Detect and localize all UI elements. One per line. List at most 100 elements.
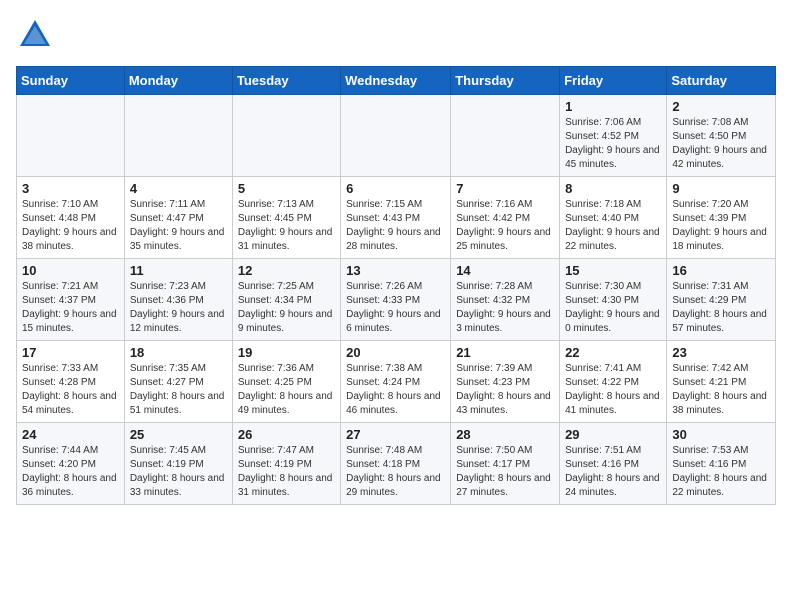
day-number: 17 <box>22 345 119 360</box>
day-info-line: Daylight: 8 hours and 29 minutes. <box>346 473 441 498</box>
calendar-week-3: 10 Sunrise: 7:21 AMSunset: 4:37 PMDayligh… <box>17 259 776 341</box>
day-info-line: Sunrise: 7:39 AM <box>456 363 532 374</box>
calendar-week-4: 17 Sunrise: 7:33 AMSunset: 4:28 PMDayligh… <box>17 341 776 423</box>
calendar-cell <box>124 95 232 177</box>
day-number: 6 <box>346 181 445 196</box>
calendar-cell: 29Sunrise: 7:51 AMSunset: 4:16 PMDayligh… <box>560 423 667 505</box>
calendar-cell: 5Sunrise: 7:13 AMSunset: 4:45 PMDaylight… <box>232 177 340 259</box>
day-info-line: Daylight: 9 hours and 35 minutes. <box>130 227 225 252</box>
day-info: Sunrise: 7:44 AMSunset: 4:20 PMDaylight:… <box>22 444 119 500</box>
calendar-cell: 25Sunrise: 7:45 AMSunset: 4:19 PMDayligh… <box>124 423 232 505</box>
calendar-cell: 16Sunrise: 7:31 AMSunset: 4:29 PMDayligh… <box>667 259 776 341</box>
day-info-line: Sunrise: 7:44 AM <box>22 445 98 456</box>
calendar-table: SundayMondayTuesdayWednesdayThursdayFrid… <box>16 66 776 505</box>
day-info-line: Daylight: 8 hours and 57 minutes. <box>672 309 767 334</box>
calendar-cell: 19Sunrise: 7:36 AMSunset: 4:25 PMDayligh… <box>232 341 340 423</box>
calendar-cell: 20Sunrise: 7:38 AMSunset: 4:24 PMDayligh… <box>341 341 451 423</box>
day-info-line: Daylight: 8 hours and 24 minutes. <box>565 473 660 498</box>
day-info-line: Sunrise: 7:25 AM <box>238 281 314 292</box>
day-info-line: Sunset: 4:36 PM <box>130 295 204 306</box>
day-info-line: Sunset: 4:24 PM <box>346 377 420 388</box>
calendar-cell: 8Sunrise: 7:18 AMSunset: 4:40 PMDaylight… <box>560 177 667 259</box>
logo-icon <box>16 16 54 54</box>
calendar-cell <box>451 95 560 177</box>
calendar-cell <box>17 95 125 177</box>
calendar-cell: 14Sunrise: 7:28 AMSunset: 4:32 PMDayligh… <box>451 259 560 341</box>
day-info-line: Sunrise: 7:13 AM <box>238 199 314 210</box>
day-info-line: Sunset: 4:34 PM <box>238 295 312 306</box>
calendar-cell: 4 Sunrise: 7:11 AM Sunset: 4:47 PM Daylight… <box>124 177 232 259</box>
weekday-header-friday: Friday <box>560 67 667 95</box>
day-info-line: Sunset: 4:27 PM <box>130 377 204 388</box>
day-number: 5 <box>238 181 335 196</box>
day-info-line: Sunrise: 7:23 AM <box>130 281 206 292</box>
day-number: 26 <box>238 427 335 442</box>
day-info-line: Sunrise: 7:20 AM <box>672 199 748 210</box>
calendar-cell: 3Sunrise: 7:10 AMSunset: 4:48 PMDaylight… <box>17 177 125 259</box>
day-info: Sunrise: 7:38 AMSunset: 4:24 PMDaylight:… <box>346 362 445 418</box>
day-number: 4 <box>130 181 227 196</box>
day-info-line: Daylight: 9 hours and 12 minutes. <box>130 309 225 334</box>
logo <box>16 16 58 54</box>
day-number: 23 <box>672 345 770 360</box>
calendar-cell: 21Sunrise: 7:39 AMSunset: 4:23 PMDayligh… <box>451 341 560 423</box>
day-info-line: Sunrise: 7:41 AM <box>565 363 641 374</box>
day-info-line: Daylight: 9 hours and 28 minutes. <box>346 227 441 252</box>
day-info-line: Daylight: 9 hours and 6 minutes. <box>346 309 441 334</box>
day-info-line: Daylight: 9 hours and 15 minutes. <box>22 309 117 334</box>
day-info-line: Sunrise: 7:51 AM <box>565 445 641 456</box>
day-number: 16 <box>672 263 770 278</box>
day-info-line: Sunset: 4:29 PM <box>672 295 746 306</box>
calendar-cell: 11Sunrise: 7:23 AMSunset: 4:36 PMDayligh… <box>124 259 232 341</box>
day-info: Sunrise: 7:28 AMSunset: 4:32 PMDaylight:… <box>456 280 554 336</box>
day-info-line: Sunset: 4:21 PM <box>672 377 746 388</box>
day-number: 21 <box>456 345 554 360</box>
day-info-line: Sunset: 4:39 PM <box>672 213 746 224</box>
day-info-line: Sunrise: 7:08 AM <box>672 117 748 128</box>
day-info-line: Sunset: 4:47 PM <box>130 213 204 224</box>
weekday-header-wednesday: Wednesday <box>341 67 451 95</box>
day-info-line: Sunset: 4:45 PM <box>238 213 312 224</box>
day-info: Sunrise: 7:42 AMSunset: 4:21 PMDaylight:… <box>672 362 770 418</box>
day-number: 10 <box>22 263 119 278</box>
day-number: 22 <box>565 345 661 360</box>
day-info-line: Sunset: 4:25 PM <box>238 377 312 388</box>
day-info: Sunrise: 7:10 AMSunset: 4:48 PMDaylight:… <box>22 198 119 254</box>
day-info-line: Sunrise: 7:11 AM <box>130 199 205 210</box>
day-info-line: Daylight: 8 hours and 54 minutes. <box>22 391 117 416</box>
calendar-header: SundayMondayTuesdayWednesdayThursdayFrid… <box>17 67 776 95</box>
day-info-line: Sunrise: 7:28 AM <box>456 281 532 292</box>
day-info-line: Sunset: 4:37 PM <box>22 295 96 306</box>
calendar-cell: 30Sunrise: 7:53 AMSunset: 4:16 PMDayligh… <box>667 423 776 505</box>
day-info: Sunrise: 7:47 AMSunset: 4:19 PMDaylight:… <box>238 444 335 500</box>
day-info: Sunrise: 7:45 AMSunset: 4:19 PMDaylight:… <box>130 444 227 500</box>
calendar-cell: 26 Sunrise: 7:47 AMSunset: 4:19 PMDayligh… <box>232 423 340 505</box>
day-info-line: Daylight: 9 hours and 22 minutes. <box>565 227 660 252</box>
day-info-line: Sunrise: 7:10 AM <box>22 199 98 210</box>
calendar-week-5: 24Sunrise: 7:44 AMSunset: 4:20 PMDayligh… <box>17 423 776 505</box>
day-info: Sunrise: 7:35 AMSunset: 4:27 PMDaylight:… <box>130 362 227 418</box>
calendar-cell: 2Sunrise: 7:08 AMSunset: 4:50 PMDaylight… <box>667 95 776 177</box>
weekday-row: SundayMondayTuesdayWednesdayThursdayFrid… <box>17 67 776 95</box>
calendar-cell: 12Sunrise: 7:25 AMSunset: 4:34 PMDayligh… <box>232 259 340 341</box>
day-info-line: Sunrise: 7:35 AM <box>130 363 206 374</box>
day-info: Sunrise: 7:16 AMSunset: 4:42 PMDaylight:… <box>456 198 554 254</box>
day-info-line: Daylight: 9 hours and 9 minutes. <box>238 309 333 334</box>
day-info-line: Sunset: 4:52 PM <box>565 131 639 142</box>
day-info-line: Daylight: 8 hours and 22 minutes. <box>672 473 767 498</box>
calendar-cell: 17 Sunrise: 7:33 AMSunset: 4:28 PMDayligh… <box>17 341 125 423</box>
day-info-line: Sunrise: 7:16 AM <box>456 199 532 210</box>
day-info-line: Daylight: 9 hours and 42 minutes. <box>672 145 767 170</box>
day-number: 2 <box>672 99 770 114</box>
calendar-cell: 28Sunrise: 7:50 AMSunset: 4:17 PMDayligh… <box>451 423 560 505</box>
weekday-header-sunday: Sunday <box>17 67 125 95</box>
day-info-line: Daylight: 9 hours and 38 minutes. <box>22 227 117 252</box>
day-info-line: Daylight: 8 hours and 31 minutes. <box>238 473 333 498</box>
day-info-line: Daylight: 8 hours and 49 minutes. <box>238 391 333 416</box>
day-info-line: Daylight: 9 hours and 45 minutes. <box>565 145 660 170</box>
day-info: Sunrise: 7:33 AMSunset: 4:28 PMDaylight:… <box>22 362 119 418</box>
day-info: Sunrise: 7:21 AMSunset: 4:37 PMDaylight:… <box>22 280 119 336</box>
day-info-line: Sunrise: 7:53 AM <box>672 445 748 456</box>
calendar-cell: 13Sunrise: 7:26 AMSunset: 4:33 PMDayligh… <box>341 259 451 341</box>
day-info-line: Sunrise: 7:18 AM <box>565 199 641 210</box>
